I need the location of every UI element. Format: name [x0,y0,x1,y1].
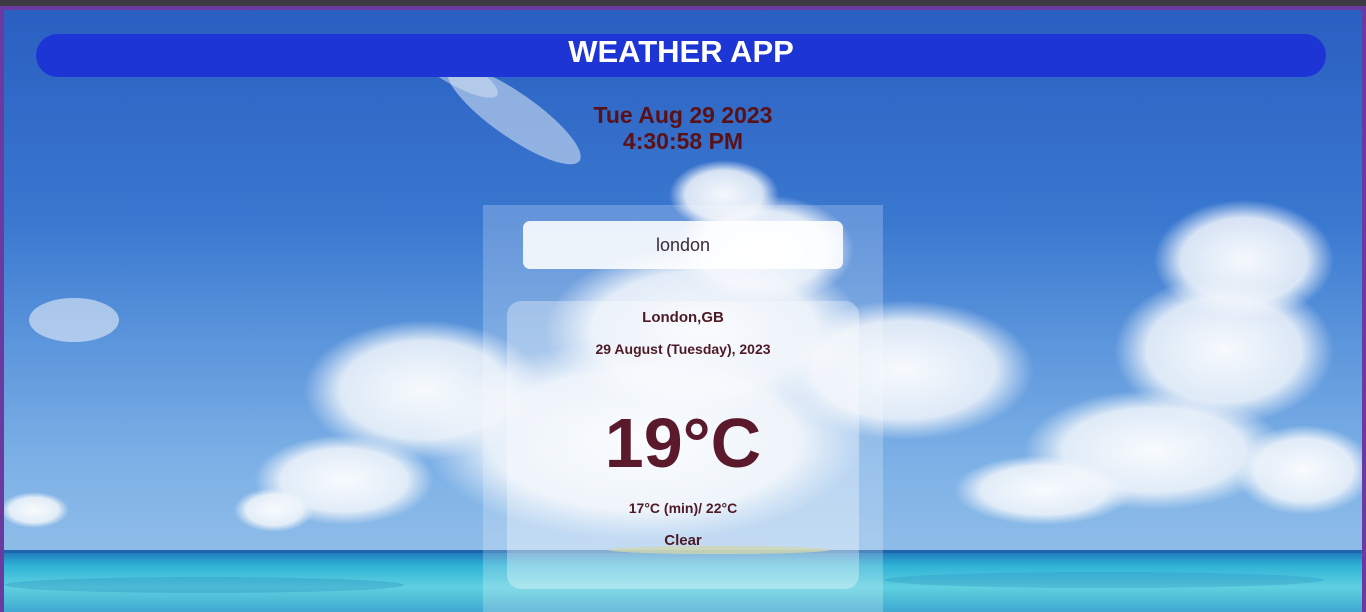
weather-card: London,GB 29 August (Tuesday), 2023 19°C… [507,301,859,589]
app-header: WEATHER APP [36,34,1326,77]
weather-condition: Clear [664,532,702,549]
location-label: London,GB [642,309,724,326]
current-date: Tue Aug 29 2023 [593,102,773,128]
temperature-value: 19°C [604,404,762,482]
app-window: WEATHER APP Tue Aug 29 2023 4:30:58 PM L… [0,0,1366,612]
browser-top-bar [0,0,1366,6]
weather-date: 29 August (Tuesday), 2023 [595,341,771,357]
background-scene: WEATHER APP Tue Aug 29 2023 4:30:58 PM L… [4,10,1362,612]
city-search-input[interactable] [523,221,843,269]
min-max-temperature: 17°C (min)/ 22°C [628,500,738,516]
weather-panel: London,GB 29 August (Tuesday), 2023 19°C… [483,205,883,612]
current-time: 4:30:58 PM [622,128,744,154]
app-title: WEATHER APP [568,34,794,69]
current-datetime: Tue Aug 29 2023 4:30:58 PM [4,102,1362,154]
